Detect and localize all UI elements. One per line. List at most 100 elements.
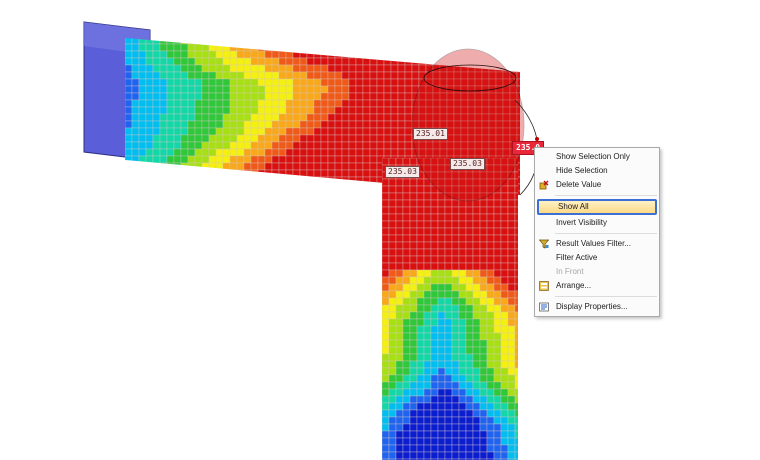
mesh-element: [334, 38, 343, 45]
mesh-element: [320, 183, 329, 192]
menu-item-delete-value[interactable]: Delete Value: [535, 178, 659, 192]
mesh-element: [229, 162, 238, 171]
mesh-element: [382, 444, 390, 453]
menu-item-display-properties[interactable]: Display Properties...: [535, 300, 659, 314]
result-value-label[interactable]: 235.03: [385, 166, 420, 178]
mesh-element: [384, 30, 391, 37]
mesh-element: [299, 57, 308, 66]
mesh-element: [250, 99, 259, 108]
mesh-element: [423, 444, 432, 453]
mesh-element: [404, 134, 413, 143]
mesh-element: [131, 50, 140, 59]
mesh-element: [416, 395, 425, 404]
mesh-element: [517, 30, 524, 37]
mesh-element: [458, 437, 467, 446]
mesh-element: [472, 374, 481, 383]
vertical-pipe-results[interactable]: [382, 158, 522, 460]
menu-item-filter-active[interactable]: Filter Active: [535, 251, 659, 265]
mesh-element: [138, 134, 147, 143]
mesh-element: [320, 106, 329, 115]
mesh-element: [409, 304, 418, 313]
mesh-element: [271, 190, 280, 195]
mesh-element: [292, 155, 301, 164]
mesh-element: [395, 395, 404, 404]
mesh-element: [334, 134, 343, 143]
mesh-element: [286, 30, 293, 37]
mesh-element: [388, 325, 397, 334]
mesh-element: [486, 318, 495, 327]
mesh-element: [376, 141, 385, 150]
mesh-element: [215, 38, 224, 45]
mesh-element: [486, 367, 495, 376]
menu-item-hide-selection[interactable]: Hide Selection: [535, 164, 659, 178]
mesh-element: [514, 367, 518, 376]
mesh-element: [416, 227, 425, 236]
mesh-element: [451, 318, 460, 327]
mesh-element: [458, 367, 467, 376]
mesh-element: [472, 325, 481, 334]
mesh-element: [458, 325, 467, 334]
mesh-element: [444, 423, 453, 432]
mesh-element: [313, 113, 322, 122]
mesh-element: [451, 395, 460, 404]
mesh-element: [376, 148, 385, 157]
menu-item-label: In Front: [556, 267, 584, 276]
mesh-element: [416, 444, 425, 453]
mesh-element: [292, 92, 301, 101]
mesh-element: [404, 57, 413, 66]
mesh-element: [131, 57, 140, 66]
menu-item-invert-visibility[interactable]: Invert Visibility: [535, 216, 659, 230]
menu-item-show-all[interactable]: Show All: [537, 199, 657, 215]
mesh-element: [404, 120, 413, 129]
mesh-element: [402, 353, 411, 362]
mesh-element: [201, 190, 210, 195]
menu-item-result-values-filter[interactable]: Result Values Filter...: [535, 237, 659, 251]
mesh-element: [278, 113, 287, 122]
mesh-element: [493, 360, 502, 369]
mesh-element: [500, 234, 509, 243]
mesh-element: [493, 332, 502, 341]
mesh-element: [173, 113, 182, 122]
result-value-label[interactable]: 235.01: [413, 128, 448, 140]
mesh-element: [243, 183, 252, 192]
mesh-element: [369, 64, 378, 73]
menu-item-arrange[interactable]: Arrange...: [535, 279, 659, 293]
mesh-element: [187, 50, 196, 59]
mesh-element: [430, 423, 439, 432]
mesh-element: [292, 176, 301, 185]
mesh-element: [430, 381, 439, 390]
mesh-element: [194, 120, 203, 129]
mesh-element: [342, 198, 349, 205]
mesh-element: [349, 198, 356, 205]
mesh-element: [313, 71, 322, 80]
mesh-element: [486, 339, 495, 348]
mesh-element: [382, 158, 390, 166]
mesh-element: [138, 99, 147, 108]
mesh-element: [514, 423, 518, 432]
display-properties-icon: [539, 302, 549, 312]
mesh-element: [493, 199, 502, 208]
mesh-element: [451, 360, 460, 369]
result-value-label[interactable]: 235.03: [450, 158, 485, 170]
mesh-element: [264, 92, 273, 101]
mesh-element: [188, 198, 195, 205]
mesh-element: [138, 190, 147, 195]
mesh-element: [222, 99, 231, 108]
mesh-element: [237, 198, 244, 205]
mesh-element: [383, 43, 392, 52]
mesh-element: [479, 388, 488, 397]
mesh-element: [388, 374, 397, 383]
mesh-element: [167, 30, 174, 37]
mesh-element: [465, 416, 474, 425]
mesh-element: [166, 38, 175, 45]
mesh-element: [402, 360, 411, 369]
mesh-element: [250, 57, 259, 66]
mesh-element: [306, 71, 315, 80]
mesh-element: [409, 241, 418, 250]
mesh-element: [216, 30, 223, 37]
mesh-element: [390, 99, 399, 108]
mesh-element: [437, 318, 446, 327]
menu-item-show-selection-only[interactable]: Show Selection Only: [535, 150, 659, 164]
mesh-element: [194, 148, 203, 157]
mesh-element: [507, 241, 516, 250]
